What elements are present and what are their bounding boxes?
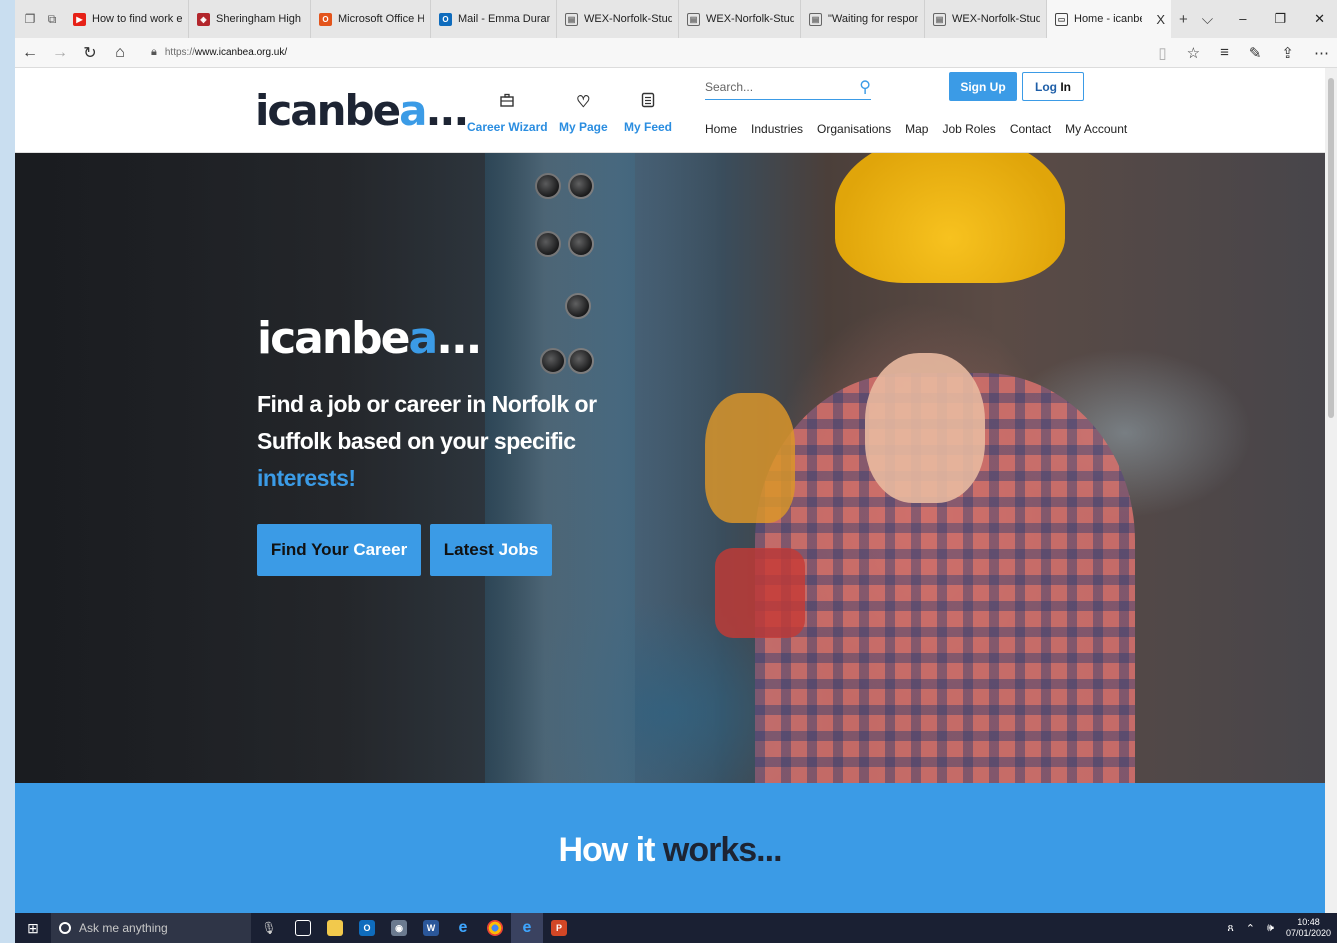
tab-mail[interactable]: O Mail - Emma Durand - ( [431, 0, 557, 38]
tab-wex-3[interactable]: ▤ WEX-Norfolk-Student-F [925, 0, 1047, 38]
reading-view-icon[interactable]: ▯ [1158, 44, 1166, 62]
nav-organisations[interactable]: Organisations [817, 122, 891, 136]
back-arrow-icon[interactable]: ← [15, 44, 45, 62]
lock-icon: 🔒︎ [151, 46, 157, 58]
site-search-input[interactable]: Search... ⚲ [705, 74, 871, 100]
page-icon: ▭ [1055, 12, 1068, 26]
chrome-icon[interactable] [479, 913, 511, 943]
address-bar: ← → ↻ ⌂ 🔒︎ https://www.icanbea.org.uk/ ▯… [15, 38, 1337, 68]
site-header: icanbea... Career Wizard ♡ My Page My Fe… [15, 68, 1337, 153]
latest-jobs-button[interactable]: Latest Jobs [430, 524, 552, 576]
tab-office[interactable]: O Microsoft Office Home [311, 0, 431, 38]
remote-desktop-icon[interactable]: ◉ [383, 913, 415, 943]
photo-face [865, 353, 985, 503]
edge-icon[interactable]: e [511, 913, 543, 943]
system-tray: ጸ ⌃ 🕪︎ 10:48 07/01/2020 [1227, 917, 1337, 939]
feed-list-icon [641, 92, 655, 112]
restore-icon[interactable]: ❐ [1274, 11, 1286, 27]
nav-my-account[interactable]: My Account [1065, 122, 1127, 136]
my-page-link[interactable]: ♡ My Page [559, 92, 608, 134]
nav-map[interactable]: Map [905, 122, 928, 136]
forward-arrow-icon[interactable]: → [45, 44, 75, 62]
file-explorer-icon[interactable] [319, 913, 351, 943]
powerpoint-icon[interactable]: P [543, 913, 575, 943]
search-icon[interactable]: ⚲ [859, 77, 871, 97]
how-it-works-section: How it works... [15, 783, 1325, 913]
sign-up-button[interactable]: Sign Up [949, 72, 1017, 101]
youtube-icon: ▶ [73, 12, 86, 26]
tab-bar: ❐ ⧉ ▶ How to find work experi ◈ Sheringh… [15, 0, 1337, 38]
task-view-icon[interactable] [287, 913, 319, 943]
outlook-taskbar-icon[interactable]: O [351, 913, 383, 943]
main-nav: Home Industries Organisations Map Job Ro… [705, 122, 1127, 136]
document-icon: ▤ [565, 12, 578, 26]
how-it-works-heading: How it works... [558, 831, 782, 869]
tab-youtube[interactable]: ▶ How to find work experi [65, 0, 189, 38]
tray-chevron-up-icon[interactable]: ⌃ [1246, 922, 1255, 935]
tab-icanbea-active[interactable]: ▭ Home - icanbea... X [1047, 0, 1171, 38]
windows-start-icon[interactable]: ⊞ [15, 920, 51, 937]
home-icon[interactable]: ⌂ [105, 44, 135, 62]
url-field[interactable]: 🔒︎ https://www.icanbea.org.uk/ [145, 41, 1145, 65]
hero-logo: icanbea... [257, 313, 482, 364]
tabs-aside-icon[interactable]: ⧉ [45, 12, 59, 26]
volume-icon[interactable]: 🕪︎ [1267, 922, 1274, 935]
favorite-star-icon[interactable]: ☆ [1187, 44, 1200, 62]
tab-wex-2[interactable]: ▤ WEX-Norfolk-Student-F [679, 0, 801, 38]
outlook-icon: O [439, 12, 452, 26]
web-note-pen-icon[interactable]: ✎ [1249, 44, 1262, 62]
document-icon: ▤ [933, 12, 946, 26]
nav-contact[interactable]: Contact [1010, 122, 1051, 136]
close-window-icon[interactable]: ✕ [1314, 11, 1325, 27]
photo-glove-cuff [715, 548, 805, 638]
school-crest-icon: ◈ [197, 12, 210, 26]
page-scrollbar[interactable] [1325, 68, 1337, 913]
photo-glove [705, 393, 795, 523]
refresh-icon[interactable]: ↻ [75, 43, 105, 63]
clock[interactable]: 10:48 07/01/2020 [1286, 917, 1331, 939]
cortana-icon [59, 922, 71, 934]
new-tab-icon[interactable]: + [1179, 11, 1188, 28]
internet-explorer-icon[interactable]: e [447, 913, 479, 943]
nav-job-roles[interactable]: Job Roles [942, 122, 995, 136]
site-logo[interactable]: icanbea... [255, 86, 469, 135]
briefcase-icon [499, 92, 515, 112]
office-icon: O [319, 12, 332, 26]
heart-icon: ♡ [576, 94, 591, 111]
scrollbar-thumb[interactable] [1328, 78, 1334, 418]
nav-industries[interactable]: Industries [751, 122, 803, 136]
nav-home[interactable]: Home [705, 122, 737, 136]
windows-taskbar: ⊞ Ask me anything 🎙︎ O ◉ W e e P ጸ ⌃ 🕪︎ … [15, 913, 1337, 943]
people-icon[interactable]: ጸ [1227, 922, 1233, 935]
log-in-button[interactable]: Log In [1022, 72, 1084, 101]
browser-window: ❐ ⧉ ▶ How to find work experi ◈ Sheringh… [15, 0, 1337, 913]
tab-wex-1[interactable]: ▤ WEX-Norfolk-Student-F [557, 0, 679, 38]
document-icon: ▤ [687, 12, 700, 26]
favorites-hub-icon[interactable]: ≡ [1220, 44, 1229, 61]
hero-banner: icanbea... Find a job or career in Norfo… [15, 153, 1325, 783]
cortana-search-box[interactable]: Ask me anything [51, 913, 251, 943]
word-icon[interactable]: W [415, 913, 447, 943]
share-icon[interactable]: ⇪ [1281, 44, 1294, 62]
career-wizard-link[interactable]: Career Wizard [467, 92, 548, 134]
tab-sheringham[interactable]: ◈ Sheringham High Schoo [189, 0, 311, 38]
more-menu-icon[interactable]: ⋯ [1314, 44, 1329, 62]
photo-hard-hat [835, 153, 1065, 283]
document-icon: ▤ [809, 12, 822, 26]
tab-list-chevron-icon[interactable]: ⌵ [1202, 11, 1213, 28]
tab-waiting[interactable]: ▤ "Waiting for response fr [801, 0, 925, 38]
my-feed-link[interactable]: My Feed [624, 92, 672, 134]
tab-actions-icon[interactable]: ❐ [23, 12, 37, 26]
hero-tagline: Find a job or career in Norfolk or Suffo… [257, 391, 597, 491]
find-your-career-button[interactable]: Find Your Career [257, 524, 421, 576]
microphone-icon[interactable]: 🎙︎ [251, 921, 287, 935]
minimize-icon[interactable]: – [1239, 11, 1246, 27]
close-tab-icon[interactable]: X [1156, 12, 1165, 27]
